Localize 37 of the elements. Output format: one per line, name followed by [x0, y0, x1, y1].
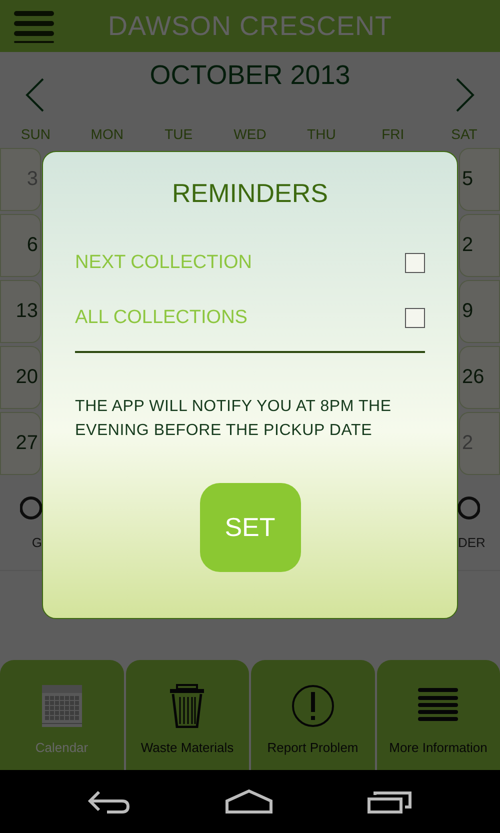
calendar-cell[interactable]: 6	[0, 214, 41, 277]
calendar-cell[interactable]: 9	[458, 280, 500, 343]
legend-label: DER	[458, 535, 486, 550]
weekday-label: SAT	[450, 125, 478, 144]
back-icon[interactable]	[87, 788, 131, 814]
nav-tab[interactable]: More Information	[376, 660, 500, 770]
option-label: ALL COLLECTIONS	[75, 306, 248, 328]
month-title: OCTOBER 2013	[150, 60, 350, 91]
home-icon[interactable]	[225, 788, 273, 814]
exclamation-icon	[292, 684, 334, 728]
set-button[interactable]: SET	[200, 483, 300, 572]
recent-apps-icon[interactable]	[367, 788, 413, 814]
nav-tab[interactable]: Waste Materials	[126, 660, 249, 770]
calendar-cell[interactable]: 13	[0, 280, 41, 343]
calendar-cell[interactable]: 26	[458, 346, 500, 409]
dialog-title: REMINDERS	[170, 178, 329, 209]
weekday-label: SUN	[20, 125, 52, 144]
option-label: NEXT COLLECTION	[75, 252, 252, 274]
weekday-label: MON	[90, 125, 124, 144]
weekday-label: FRI	[380, 125, 406, 144]
next-month-icon[interactable]	[455, 78, 475, 112]
nav-tab[interactable]: Report Problem	[251, 660, 374, 770]
nav-tab[interactable]: Calendar	[0, 660, 124, 770]
weekday-label: WED	[232, 125, 268, 144]
legend-label: G	[32, 535, 42, 550]
checkbox[interactable]	[405, 308, 425, 328]
calendar-cell[interactable]: 2	[458, 214, 500, 277]
weekday-label: TUE	[164, 125, 194, 144]
calendar-cell[interactable]: 5	[458, 148, 500, 211]
app-title: DAWSON CRESCENT	[106, 10, 393, 42]
calendar-icon	[40, 684, 83, 728]
notice-text: THE APP WILL NOTIFY YOU AT 8PM THE EVENING BEFORE THE PICKUP DATE	[75, 397, 392, 441]
checkbox[interactable]	[405, 252, 425, 272]
previous-month-icon[interactable]	[25, 78, 45, 112]
calendar-cell[interactable]: 27	[0, 412, 41, 475]
calendar-cell[interactable]: 20	[0, 346, 41, 409]
weekday-label: THU	[306, 125, 337, 144]
